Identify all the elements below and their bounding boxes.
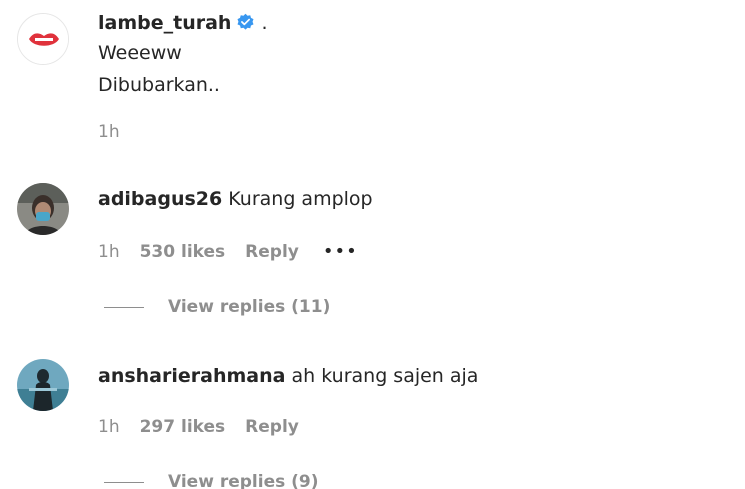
- more-options-icon[interactable]: •••: [323, 241, 358, 262]
- comment-meta: 1h 530 likes Reply •••: [98, 241, 358, 262]
- comment-timestamp[interactable]: 1h: [98, 417, 120, 437]
- comment-username[interactable]: adibagus26: [98, 188, 222, 210]
- comment-likes[interactable]: 530 likes: [140, 242, 226, 262]
- comment-timestamp[interactable]: 1h: [98, 242, 120, 262]
- view-replies-button[interactable]: View replies (11): [104, 297, 330, 317]
- post-header-period: .: [261, 12, 268, 34]
- comments-panel: lambe_turah. Weeeww Dibubarkan.. 1h adib…: [0, 0, 745, 489]
- post-username[interactable]: lambe_turah: [98, 12, 231, 34]
- post-caption-line-1: Weeeww: [98, 42, 182, 64]
- comment-meta: 1h 297 likes Reply: [98, 417, 299, 437]
- post-caption-line-2: Dibubarkan..: [98, 74, 220, 96]
- lips-logo-icon: [18, 14, 68, 64]
- view-replies-label: View replies (9): [168, 472, 319, 489]
- view-replies-label: View replies (11): [168, 297, 331, 317]
- comment-body: ansharierahmana ah kurang sajen aja: [98, 365, 478, 387]
- post-timestamp[interactable]: 1h: [98, 122, 120, 142]
- user-photo-icon: [17, 183, 69, 235]
- comment-avatar-ansharierahmana[interactable]: [17, 359, 69, 411]
- comment-body: adibagus26 Kurang amplop: [98, 188, 373, 210]
- comment-likes[interactable]: 297 likes: [140, 417, 226, 437]
- replies-divider: [104, 306, 144, 308]
- comment-text: Kurang amplop: [228, 188, 373, 210]
- comment-username[interactable]: ansharierahmana: [98, 365, 285, 387]
- post-meta: 1h: [98, 122, 140, 142]
- comment-avatar-adibagus26[interactable]: [17, 183, 69, 235]
- user-photo-icon: [17, 359, 69, 411]
- replies-divider: [104, 481, 144, 483]
- comment-text: ah kurang sajen aja: [291, 365, 479, 387]
- post-author-avatar[interactable]: [17, 13, 69, 65]
- reply-button[interactable]: Reply: [245, 417, 299, 437]
- post-header: lambe_turah.: [98, 12, 268, 34]
- reply-button[interactable]: Reply: [245, 242, 299, 262]
- view-replies-button[interactable]: View replies (9): [104, 472, 319, 489]
- verified-badge-icon: [237, 13, 254, 30]
